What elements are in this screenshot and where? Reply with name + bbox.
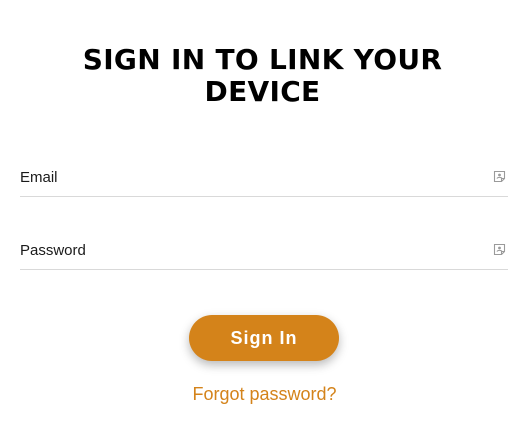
sign-in-button[interactable]: Sign In [189, 315, 339, 361]
sign-in-page: SIGN IN TO LINK YOUR DEVICE Sign In Forg… [0, 0, 519, 437]
autofill-card-icon[interactable] [493, 170, 506, 183]
password-field [20, 235, 508, 270]
password-input[interactable] [20, 235, 480, 265]
forgot-password-link[interactable]: Forgot password? [0, 384, 519, 405]
email-input[interactable] [20, 162, 480, 192]
page-title: SIGN IN TO LINK YOUR DEVICE [82, 43, 443, 108]
autofill-card-icon[interactable] [493, 243, 506, 256]
email-field [20, 162, 508, 197]
